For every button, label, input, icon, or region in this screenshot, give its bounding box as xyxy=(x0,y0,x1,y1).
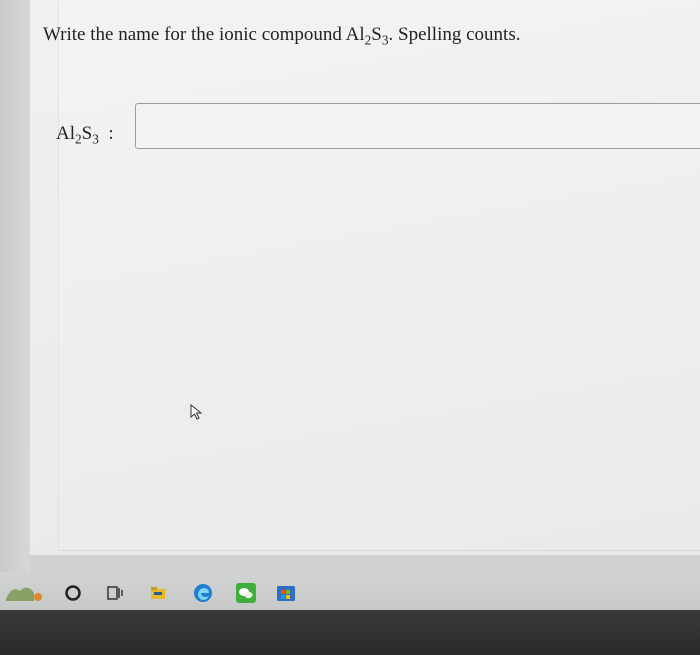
screen-edge xyxy=(0,0,30,575)
label-subscript-1: 2 xyxy=(75,131,82,147)
formula-subscript-2: 3 xyxy=(381,32,389,48)
question-card xyxy=(58,0,700,551)
file-explorer-icon[interactable] xyxy=(147,582,169,604)
label-element-1: Al xyxy=(56,123,75,144)
store-icon[interactable] xyxy=(275,582,297,604)
task-view-icon[interactable] xyxy=(104,582,126,604)
question-text: Write the name for the ionic compound Al… xyxy=(43,24,521,48)
formula-element-2: S xyxy=(371,24,382,45)
answer-label: Al2S3 : xyxy=(56,123,114,147)
edge-icon[interactable] xyxy=(192,582,214,604)
answer-input[interactable] xyxy=(135,103,700,149)
search-circle-icon[interactable] xyxy=(62,582,84,604)
weather-icon[interactable] xyxy=(4,580,44,602)
monitor-bezel xyxy=(0,610,700,655)
question-prefix: Write the name for the ionic compound xyxy=(43,24,346,45)
label-subscript-2: 3 xyxy=(92,131,99,147)
formula-element-1: Al xyxy=(345,24,365,45)
label-element-2: S xyxy=(81,123,93,144)
label-colon: : xyxy=(108,123,114,144)
wechat-icon[interactable] xyxy=(235,582,257,604)
question-suffix: . Spelling counts. xyxy=(388,24,521,45)
mouse-pointer-icon xyxy=(190,404,203,420)
